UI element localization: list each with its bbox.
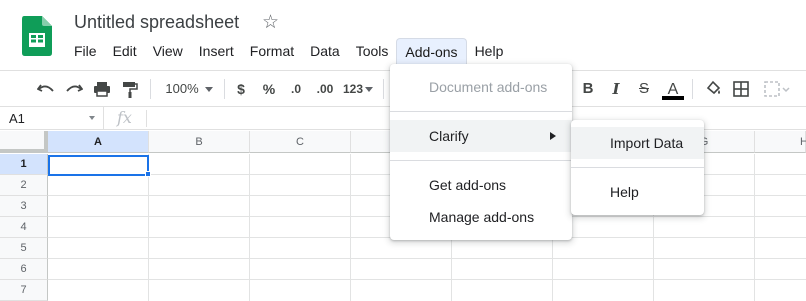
chevron-down-icon [365, 87, 374, 93]
clarify-submenu: Import Data Help [571, 120, 704, 215]
document-title[interactable]: Untitled spreadsheet [74, 12, 239, 33]
sheets-logo-icon[interactable] [22, 16, 52, 56]
menu-separator [571, 167, 704, 168]
menu-view[interactable]: View [145, 38, 191, 64]
chevron-down-icon [89, 116, 95, 120]
row-header-5[interactable]: 5 [0, 238, 48, 259]
menu-format[interactable]: Format [242, 38, 302, 64]
name-box-value: A1 [9, 111, 25, 126]
zoom-value: 100% [165, 81, 199, 96]
menu-help[interactable]: Help [467, 38, 512, 64]
decrease-decimal-button[interactable]: .0 [284, 71, 308, 107]
toolbar-divider [150, 79, 151, 99]
menu-insert[interactable]: Insert [191, 38, 242, 64]
menu-edit[interactable]: Edit [105, 38, 145, 64]
addons-menu: Document add-ons Clarify Get add-ons Man… [390, 64, 572, 240]
menu-addons[interactable]: Add-ons [396, 38, 467, 64]
row-header-1[interactable]: 1 [0, 154, 48, 175]
grid-line [48, 258, 806, 259]
star-icon[interactable]: ☆ [262, 12, 279, 34]
function-icon: fx [117, 108, 132, 127]
name-box[interactable]: A1 [0, 107, 104, 130]
row-header-7[interactable]: 7 [0, 280, 48, 301]
fill-handle[interactable] [145, 171, 151, 177]
paint-format-icon[interactable] [118, 71, 142, 107]
grid-line [48, 279, 806, 280]
formula-divider [146, 110, 147, 127]
fill-color-icon[interactable] [702, 71, 724, 107]
menu-item-document-addons: Document add-ons [429, 79, 548, 95]
percent-format-button[interactable]: % [258, 71, 280, 107]
currency-format-button[interactable]: $ [232, 71, 250, 107]
column-header-c[interactable]: C [250, 131, 351, 153]
menu-file[interactable]: File [66, 38, 105, 64]
menu-separator [390, 160, 572, 161]
redo-icon[interactable] [62, 71, 86, 107]
more-formats-button[interactable]: 123 [340, 71, 376, 107]
chevron-down-icon [204, 87, 213, 93]
menu-item-clarify[interactable]: Clarify [390, 120, 572, 152]
toolbar-divider [383, 79, 384, 99]
strikethrough-button[interactable]: S [634, 71, 654, 107]
select-all-corner[interactable] [0, 131, 48, 153]
merge-cells-icon[interactable] [760, 71, 794, 107]
caret-right-icon [550, 132, 556, 140]
menu-item-manage-addons[interactable]: Manage add-ons [390, 201, 572, 233]
row-header-4[interactable]: 4 [0, 217, 48, 238]
bold-button[interactable]: B [578, 71, 598, 107]
column-header-b[interactable]: B [149, 131, 250, 153]
italic-button[interactable]: I [606, 71, 626, 107]
more-formats-label: 123 [342, 82, 364, 96]
menu-item-import-data[interactable]: Import Data [571, 127, 704, 159]
row-header-3[interactable]: 3 [0, 196, 48, 217]
text-color-swatch [662, 96, 684, 100]
menu-separator [390, 111, 572, 112]
toolbar-divider [692, 79, 693, 99]
toolbar-divider [224, 79, 225, 99]
column-header-h[interactable]: H [755, 131, 806, 153]
menu-data[interactable]: Data [302, 38, 348, 64]
menu-item-help[interactable]: Help [571, 176, 704, 208]
increase-decimal-button[interactable]: .00 [312, 71, 338, 107]
text-color-button[interactable]: A [662, 71, 684, 107]
borders-icon[interactable] [730, 71, 752, 107]
menu-item-label: Clarify [429, 128, 469, 144]
row-header-2[interactable]: 2 [0, 175, 48, 196]
zoom-select[interactable]: 100% [160, 71, 218, 107]
menu-bar: File Edit View Insert Format Data Tools … [66, 38, 511, 64]
active-cell-a1[interactable] [48, 155, 149, 176]
column-header-a[interactable]: A [48, 131, 149, 153]
menu-item-get-addons[interactable]: Get add-ons [390, 169, 572, 201]
row-header-6[interactable]: 6 [0, 259, 48, 280]
menu-tools[interactable]: Tools [348, 38, 397, 64]
print-icon[interactable] [90, 71, 114, 107]
undo-icon[interactable] [34, 71, 58, 107]
